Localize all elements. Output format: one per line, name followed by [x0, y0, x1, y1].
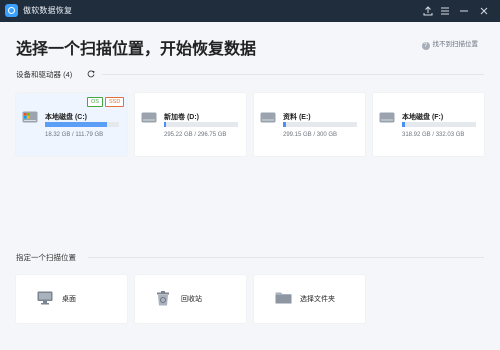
drive-usage-bar	[164, 122, 238, 127]
help-link[interactable]: ? 找不到扫描位置	[421, 38, 479, 50]
app-logo-icon	[5, 4, 18, 17]
drive-size: 18.32 GB / 111.79 GB	[45, 132, 104, 138]
drive-usage-fill	[164, 122, 167, 127]
drive-size: 299.15 GB / 300 GB	[283, 132, 338, 138]
refresh-icon[interactable]	[87, 70, 95, 78]
location-recycle-bin[interactable]: 回收站	[135, 275, 246, 323]
location-desktop[interactable]: 桌面	[16, 275, 127, 323]
drive-name: 资料 (E:)	[283, 114, 311, 121]
drive-card-d[interactable]: 新加卷 (D:) 295.22 GB / 296.75 GB	[135, 93, 246, 156]
title-bar: 傲软数据恢复	[0, 0, 500, 22]
disk-icon	[260, 112, 276, 123]
drive-usage-fill	[283, 122, 286, 127]
location-label: 桌面	[62, 296, 76, 303]
upload-icon[interactable]	[420, 3, 436, 19]
devices-section-title: 设备和驱动器 (4)	[16, 70, 73, 79]
drive-size: 295.22 GB / 296.75 GB	[164, 132, 227, 138]
disk-icon	[379, 112, 395, 123]
drive-usage-bar	[402, 122, 476, 127]
ssd-badge: SSD	[105, 97, 125, 107]
close-icon[interactable]	[476, 3, 492, 19]
page-title: 选择一个扫描位置，开始恢复数据	[16, 41, 257, 58]
location-label: 回收站	[181, 296, 202, 303]
drive-name: 新加卷 (D:)	[164, 114, 199, 121]
section-divider	[102, 74, 484, 75]
drive-usage-fill	[402, 122, 405, 127]
system-disk-icon	[22, 111, 38, 123]
disk-icon	[141, 112, 157, 123]
recycle-bin-icon	[157, 291, 169, 306]
drive-name: 本地磁盘 (F:)	[402, 114, 444, 121]
location-select-folder[interactable]: 选择文件夹	[254, 275, 365, 323]
drive-card-f[interactable]: 本地磁盘 (F:) 318.92 GB / 332.03 GB	[373, 93, 484, 156]
drive-name: 本地磁盘 (C:)	[45, 114, 87, 121]
drive-card-e[interactable]: 资料 (E:) 299.15 GB / 300 GB	[254, 93, 365, 156]
question-icon: ?	[421, 42, 430, 50]
drive-size: 318.92 GB / 332.03 GB	[402, 132, 465, 138]
drive-card-c[interactable]: OS SSD 本地磁盘 (C:) 18.32 GB / 111.79 GB	[16, 93, 127, 156]
locations-section-title: 指定一个扫描位置	[16, 253, 76, 262]
os-badge: OS	[87, 97, 103, 107]
section-divider	[88, 257, 484, 258]
location-label: 选择文件夹	[300, 296, 335, 303]
help-link-label: 找不到扫描位置	[432, 41, 479, 48]
drive-usage-fill	[45, 122, 108, 127]
menu-icon[interactable]	[437, 3, 453, 19]
drive-usage-bar	[45, 122, 119, 127]
app-title: 傲软数据恢复	[23, 6, 73, 15]
drive-usage-bar	[283, 122, 357, 127]
folder-icon	[275, 292, 292, 304]
minimize-icon[interactable]	[456, 3, 472, 19]
desktop-icon	[37, 291, 53, 305]
